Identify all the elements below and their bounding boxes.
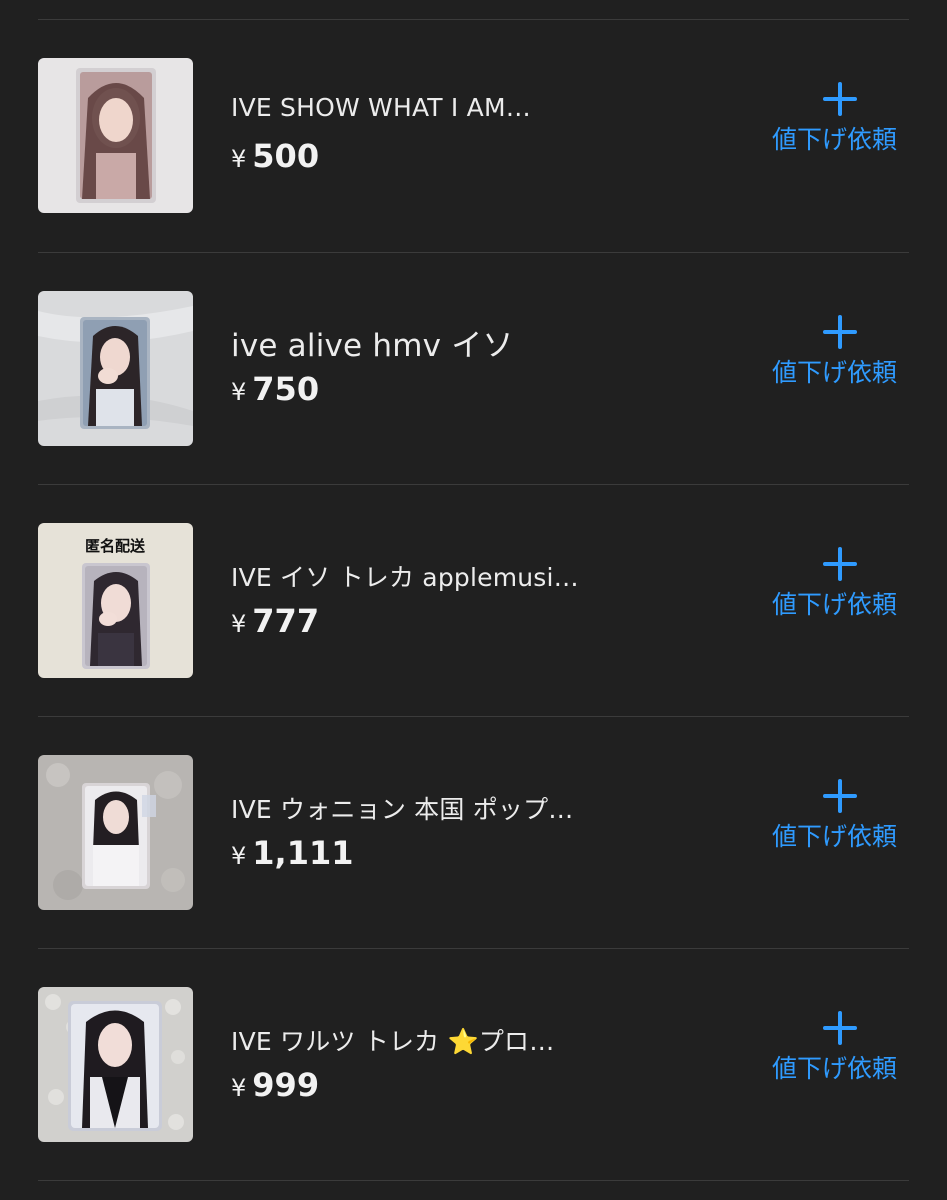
- price-request-label: 値下げ依頼: [772, 125, 898, 154]
- currency-symbol: ¥: [231, 842, 247, 870]
- currency-symbol: ¥: [231, 145, 247, 173]
- photocard-image-icon: [38, 987, 193, 1142]
- plus-icon: [820, 80, 860, 120]
- divider: [38, 1180, 909, 1181]
- price-request-button[interactable]: 値下げ依頼: [768, 757, 918, 867]
- photocard-image-icon: 匿名配送: [38, 523, 193, 678]
- price-request-button[interactable]: 値下げ依頼: [768, 989, 918, 1099]
- listing-row[interactable]: IVE SHOW WHAT I AM… ¥500 値下げ依頼: [0, 20, 947, 252]
- item-price: ¥999: [231, 1066, 319, 1104]
- listing-row[interactable]: 匿名配送 IVE イソ トレカ applemusi… ¥777 値下げ依頼: [0, 485, 947, 717]
- price-request-button[interactable]: 値下げ依頼: [768, 60, 918, 170]
- photocard-image-icon: [38, 291, 193, 446]
- item-price: ¥1,111: [231, 834, 354, 872]
- thumbnail-badge: 匿名配送: [85, 537, 146, 555]
- listing-row[interactable]: IVE ウォニョン 本国 ポップ… ¥1,111 値下げ依頼: [0, 717, 947, 949]
- price-request-button[interactable]: 値下げ依頼: [768, 293, 918, 403]
- currency-symbol: ¥: [231, 378, 247, 406]
- item-thumbnail[interactable]: [38, 987, 193, 1142]
- price-request-label: 値下げ依頼: [772, 358, 898, 387]
- item-title[interactable]: IVE ワルツ トレカ ⭐️プロ…: [231, 1022, 651, 1058]
- photocard-image-icon: [38, 58, 193, 213]
- item-title[interactable]: ive alive hmv イソ: [231, 320, 651, 365]
- price-value: 999: [252, 1066, 320, 1104]
- price-value: 1,111: [252, 834, 354, 872]
- item-title[interactable]: IVE SHOW WHAT I AM…: [231, 93, 651, 122]
- plus-icon: [820, 545, 860, 585]
- listing-page: IVE SHOW WHAT I AM… ¥500 値下げ依頼 ive alive…: [0, 0, 947, 1200]
- item-price: ¥500: [231, 137, 319, 175]
- price-value: 750: [252, 370, 320, 408]
- listing-row[interactable]: IVE ワルツ トレカ ⭐️プロ… ¥999 値下げ依頼: [0, 949, 947, 1181]
- plus-icon: [820, 313, 860, 353]
- photocard-image-icon: [38, 755, 193, 910]
- item-thumbnail[interactable]: 匿名配送: [38, 523, 193, 678]
- item-thumbnail[interactable]: [38, 58, 193, 213]
- currency-symbol: ¥: [231, 1074, 247, 1102]
- item-thumbnail[interactable]: [38, 291, 193, 446]
- currency-symbol: ¥: [231, 610, 247, 638]
- price-request-button[interactable]: 値下げ依頼: [768, 525, 918, 635]
- item-title[interactable]: IVE イソ トレカ applemusi…: [231, 558, 651, 594]
- price-request-label: 値下げ依頼: [772, 822, 898, 851]
- item-price: ¥750: [231, 370, 319, 408]
- listing-row[interactable]: ive alive hmv イソ ¥750 値下げ依頼: [0, 253, 947, 485]
- price-value: 500: [252, 137, 320, 175]
- price-request-label: 値下げ依頼: [772, 590, 898, 619]
- item-title[interactable]: IVE ウォニョン 本国 ポップ…: [231, 790, 651, 826]
- price-request-label: 値下げ依頼: [772, 1054, 898, 1083]
- plus-icon: [820, 777, 860, 817]
- price-value: 777: [252, 602, 320, 640]
- item-thumbnail[interactable]: [38, 755, 193, 910]
- plus-icon: [820, 1009, 860, 1049]
- item-price: ¥777: [231, 602, 319, 640]
